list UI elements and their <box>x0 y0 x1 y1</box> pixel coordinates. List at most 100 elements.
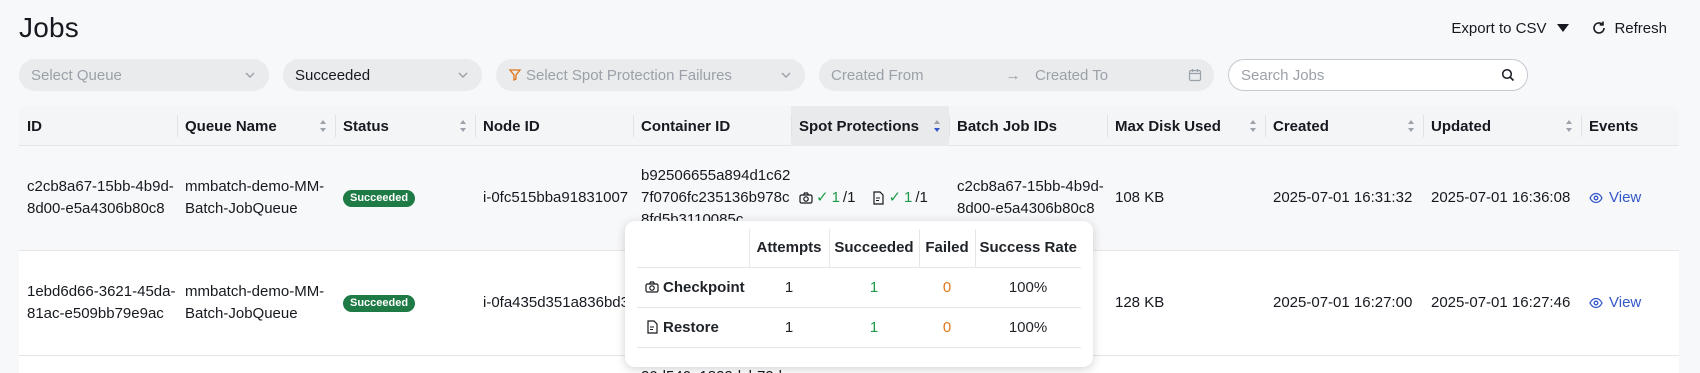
col-status-label: Status <box>343 117 389 135</box>
col-updated-label: Updated <box>1431 117 1491 135</box>
sort-icon <box>1250 120 1256 132</box>
col-created-label: Created <box>1273 117 1329 135</box>
search-input[interactable]: Search Jobs <box>1228 59 1528 91</box>
view-events-link[interactable]: View <box>1589 187 1641 209</box>
node-id-cell: i-0fc515bba91831007 <box>483 189 629 206</box>
export-csv-button[interactable]: Export to CSV <box>1451 20 1570 37</box>
check-icon: ✓ <box>816 189 829 206</box>
chevron-down-icon <box>781 72 791 78</box>
eye-icon <box>1589 297 1603 309</box>
partial-container-id: 20d540a1822dcb72d <box>641 368 782 373</box>
col-id-label: ID <box>27 117 42 135</box>
checkpoint-summary: ✓ 1/1 <box>799 187 855 209</box>
queue-select[interactable]: Select Queue <box>19 59 269 91</box>
search-placeholder: Search Jobs <box>1241 66 1325 84</box>
restore-label: Restore <box>663 318 719 336</box>
popover-header-succeeded: Succeeded <box>828 229 919 268</box>
jobs-page: Jobs Export to CSV Refresh Select Queue … <box>0 0 1700 373</box>
view-events-label: View <box>1609 294 1642 311</box>
checkpoint-succeeded: 1 <box>829 267 919 308</box>
table-header: ID Queue Name Status Node ID Container I… <box>19 106 1679 146</box>
popover-header-failed: Failed <box>918 229 975 268</box>
col-disk-label: Max Disk Used <box>1115 117 1221 135</box>
checkpoint-name-cell: Checkpoint <box>637 267 749 308</box>
refresh-icon <box>1593 21 1606 34</box>
restore-success-rate: 100% <box>975 307 1081 348</box>
camera-icon <box>799 192 813 204</box>
col-status[interactable]: Status <box>335 106 475 146</box>
status-cell: Succeeded <box>335 146 475 250</box>
queue-name-cell: mmbatch-demo-MM-Batch-JobQueue <box>185 283 325 322</box>
spot-protection-stats-table: Attempts Succeeded Failed Success Rate C… <box>637 229 1081 348</box>
job-id-cell: c2cb8a67-15bb-4b9d-8d00-e5a4306b80c8 <box>27 178 174 217</box>
col-node-id[interactable]: Node ID <box>475 106 633 146</box>
col-updated[interactable]: Updated <box>1423 106 1581 146</box>
col-batch-job-ids[interactable]: Batch Job IDs <box>949 106 1107 146</box>
node-id-cell: i-0fa435d351a836bd3 <box>483 294 629 311</box>
sort-icon <box>1408 120 1414 132</box>
created-cell: 2025-07-01 16:31:32 <box>1273 189 1413 206</box>
col-max-disk[interactable]: Max Disk Used <box>1107 106 1265 146</box>
spot-protection-popover: Attempts Succeeded Failed Success Rate C… <box>625 221 1093 367</box>
events-cell: View <box>1581 251 1679 355</box>
restore-doc-icon <box>647 319 658 334</box>
col-id[interactable]: ID <box>19 106 177 146</box>
spot-protection-summary: ✓ 1/1 ✓ 1/1 <box>799 187 940 209</box>
refresh-button[interactable]: Refresh <box>1591 20 1667 37</box>
col-container-id[interactable]: Container ID <box>633 106 791 146</box>
sort-icon <box>1566 120 1572 132</box>
status-select[interactable]: Succeeded <box>283 59 482 91</box>
queue-select-placeholder: Select Queue <box>31 66 122 84</box>
sort-icon <box>460 120 466 132</box>
restore-failed: 0 <box>919 307 975 348</box>
checkpoint-failed: 0 <box>919 267 975 308</box>
col-queue-label: Queue Name <box>185 117 277 135</box>
refresh-label: Refresh <box>1614 19 1667 37</box>
col-created[interactable]: Created <box>1265 106 1423 146</box>
popover-header-row: Attempts Succeeded Failed Success Rate <box>637 229 1081 268</box>
popover-header-attempts: Attempts <box>748 229 829 268</box>
eye-icon <box>1589 192 1603 204</box>
restore-name-cell: Restore <box>637 307 749 348</box>
created-from-input[interactable]: Created From <box>831 67 1001 84</box>
col-container-label: Container ID <box>641 117 731 135</box>
caret-down-icon <box>1557 24 1570 32</box>
view-events-link[interactable]: View <box>1589 292 1641 314</box>
updated-cell: 2025-07-01 16:27:46 <box>1431 294 1571 311</box>
col-spot-label: Spot Protections <box>799 117 920 135</box>
col-events-label: Events <box>1589 117 1639 135</box>
queue-name-cell: mmbatch-demo-MM-Batch-JobQueue <box>185 178 325 217</box>
created-date-range[interactable]: Created From → Created To <box>819 59 1214 91</box>
chevron-down-icon <box>458 72 468 78</box>
page-header: Jobs Export to CSV Refresh <box>19 8 1681 48</box>
spot-failures-select[interactable]: Select Spot Protection Failures <box>496 59 805 91</box>
popover-row-restore: Restore 1 1 0 100% <box>637 307 1081 348</box>
col-queue-name[interactable]: Queue Name <box>177 106 335 146</box>
restore-summary: ✓ 1/1 <box>871 187 928 209</box>
col-batch-label: Batch Job IDs <box>957 117 1058 135</box>
checkpoint-success-rate: 100% <box>975 267 1081 308</box>
col-events[interactable]: Events <box>1581 106 1679 146</box>
popover-header-blank <box>637 229 749 268</box>
updated-cell: 2025-07-01 16:36:08 <box>1431 189 1571 206</box>
search-icon[interactable] <box>1501 68 1515 82</box>
max-disk-cell: 128 KB <box>1115 294 1165 311</box>
events-cell: View <box>1581 146 1679 250</box>
check-icon: ✓ <box>888 189 902 206</box>
calendar-icon[interactable] <box>1188 68 1202 82</box>
sort-descending-icon <box>934 120 940 132</box>
chevron-down-icon <box>245 72 255 78</box>
restore-success-count: 1 <box>904 189 913 206</box>
checkpoint-label: Checkpoint <box>663 278 745 296</box>
header-actions: Export to CSV Refresh <box>1451 20 1681 37</box>
status-cell: Succeeded <box>335 251 475 355</box>
col-spot-protections[interactable]: Spot Protections <box>791 106 949 146</box>
restore-total: /1 <box>915 189 928 206</box>
created-to-input[interactable]: Created To <box>1035 67 1188 84</box>
checkpoint-attempts: 1 <box>749 267 829 308</box>
spot-failures-placeholder: Select Spot Protection Failures <box>526 66 732 84</box>
restore-doc-icon <box>873 191 885 205</box>
status-select-value: Succeeded <box>295 66 371 84</box>
status-badge: Succeeded <box>343 189 416 207</box>
view-events-label: View <box>1609 189 1642 206</box>
